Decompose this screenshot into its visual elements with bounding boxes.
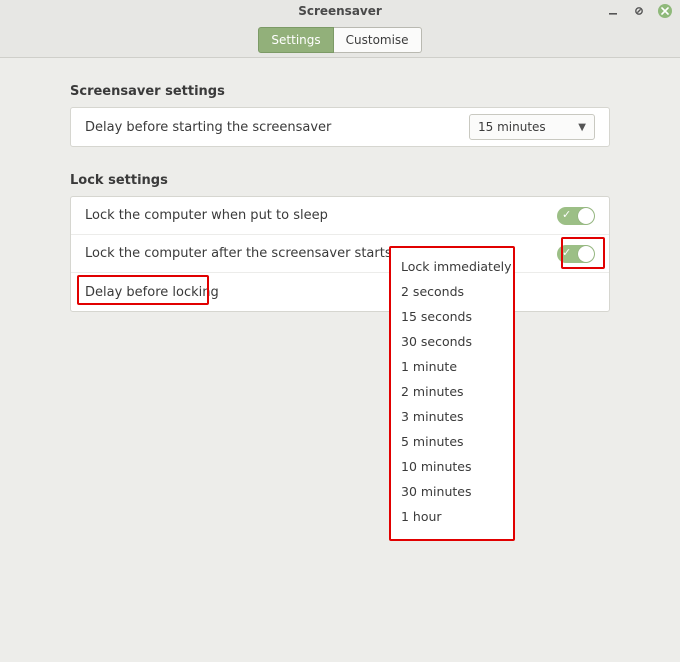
window-title: Screensaver [298, 4, 382, 18]
row-lock-after-screensaver: Lock the computer after the screensaver … [71, 235, 609, 273]
tab-settings[interactable]: Settings [258, 27, 333, 53]
toggle-knob [578, 208, 594, 224]
delay-locking-label: Delay before locking [85, 285, 219, 300]
delay-locking-option[interactable]: 5 minutes [391, 429, 513, 454]
lock-settings-panel: Lock the computer when put to sleep ✓ Lo… [70, 196, 610, 312]
check-icon: ✓ [562, 246, 571, 259]
content-area: Screensaver settings Delay before starti… [0, 58, 680, 662]
delay-locking-dropdown[interactable]: Lock immediately2 seconds15 seconds30 se… [389, 246, 515, 541]
delay-locking-option[interactable]: 3 minutes [391, 404, 513, 429]
maximize-button[interactable] [632, 4, 646, 18]
delay-locking-option[interactable]: Lock immediately [391, 254, 513, 279]
window-controls [606, 0, 672, 22]
delay-locking-option[interactable]: 30 minutes [391, 479, 513, 504]
lock-sleep-toggle[interactable]: ✓ [557, 207, 595, 225]
lock-sleep-label: Lock the computer when put to sleep [85, 208, 328, 223]
tab-customise[interactable]: Customise [334, 27, 422, 53]
tab-settings-label: Settings [271, 33, 320, 47]
lock-settings-title: Lock settings [70, 173, 610, 188]
delay-locking-option[interactable]: 2 minutes [391, 379, 513, 404]
delay-locking-option[interactable]: 15 seconds [391, 304, 513, 329]
row-delay-screensaver: Delay before starting the screensaver 15… [71, 108, 609, 146]
delay-screensaver-label: Delay before starting the screensaver [85, 120, 331, 135]
delay-locking-option[interactable]: 1 hour [391, 504, 513, 529]
screensaver-settings-title: Screensaver settings [70, 84, 610, 99]
close-button[interactable] [658, 4, 672, 18]
tab-customise-label: Customise [346, 33, 409, 47]
titlebar: Screensaver [0, 0, 680, 22]
delay-locking-option[interactable]: 1 minute [391, 354, 513, 379]
delay-screensaver-value: 15 minutes [478, 120, 546, 134]
chevron-down-icon: ▼ [578, 122, 586, 133]
delay-locking-option[interactable]: 10 minutes [391, 454, 513, 479]
delay-locking-option[interactable]: 30 seconds [391, 329, 513, 354]
check-icon: ✓ [562, 208, 571, 221]
row-delay-locking: Delay before locking [71, 273, 609, 311]
minimize-button[interactable] [606, 4, 620, 18]
lock-after-screensaver-label: Lock the computer after the screensaver … [85, 246, 392, 261]
delay-screensaver-combo[interactable]: 15 minutes ▼ [469, 114, 595, 140]
tab-bar: Settings Customise [0, 22, 680, 58]
row-lock-sleep: Lock the computer when put to sleep ✓ [71, 197, 609, 235]
delay-locking-option[interactable]: 2 seconds [391, 279, 513, 304]
screensaver-settings-panel: Delay before starting the screensaver 15… [70, 107, 610, 147]
window: Screensaver Settings Customise Screensa [0, 0, 680, 662]
toggle-knob [578, 246, 594, 262]
lock-after-screensaver-toggle[interactable]: ✓ [557, 245, 595, 263]
